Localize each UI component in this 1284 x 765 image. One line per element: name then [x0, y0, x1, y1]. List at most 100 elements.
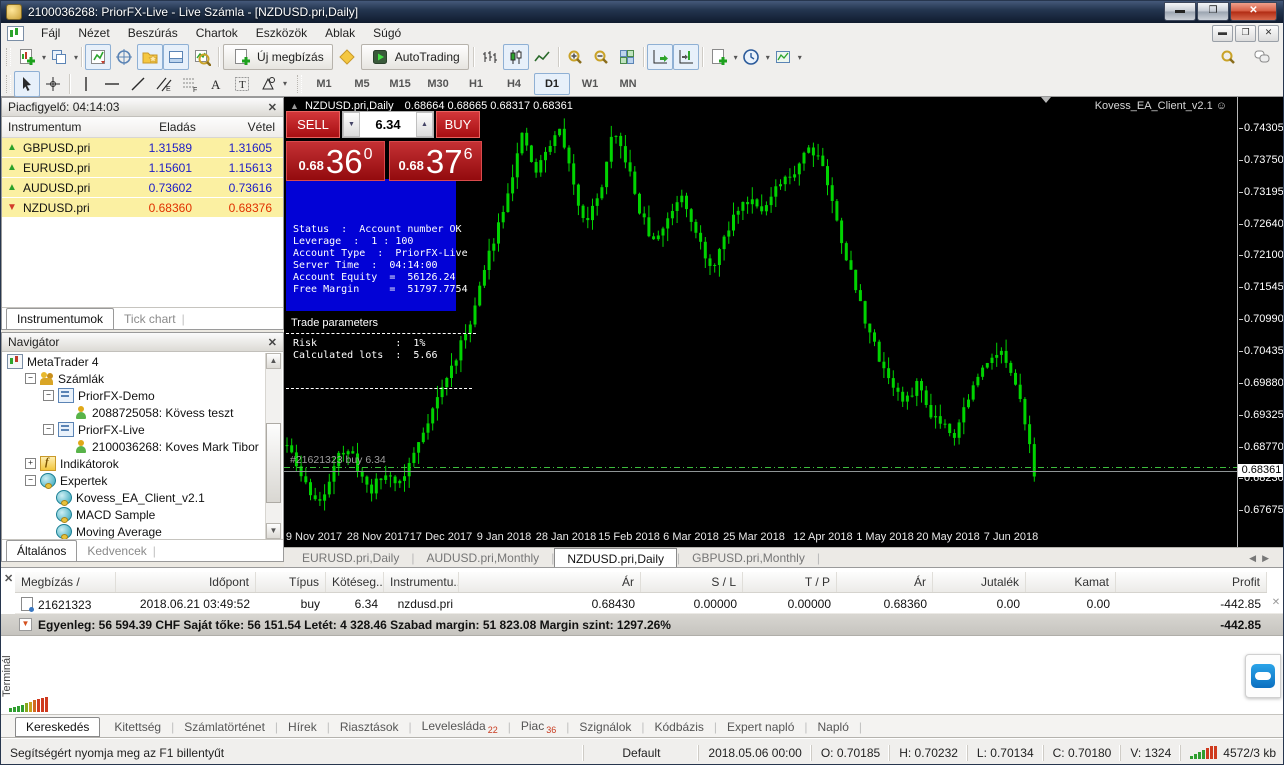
timeframe-m30[interactable]: M30	[420, 73, 456, 95]
mdi-minimize-button[interactable]: ▬	[1212, 25, 1233, 42]
market-watch-row[interactable]: ▼ NZDUSD.pri 0.68360 0.68376	[2, 198, 283, 217]
scroll-up-icon[interactable]: ▲	[266, 353, 281, 369]
buy-button[interactable]: BUY	[436, 111, 480, 138]
tab-kedvencek[interactable]: Kedvencek |	[77, 540, 166, 561]
column-header[interactable]: T / P	[743, 572, 837, 592]
mdi-restore-button[interactable]: ❐	[1235, 25, 1256, 42]
chart-tab-audusd-pri-monthly[interactable]: AUDUSD.pri,Monthly	[414, 550, 551, 566]
column-header[interactable]: Jutalék	[933, 572, 1026, 592]
tree-item[interactable]: 2100036268: Koves Mark Tibor	[2, 438, 266, 455]
menu-item-fájl[interactable]: Fájl	[32, 24, 69, 42]
chart-plot-area[interactable]: ▲ NZDUSD.pri,Daily 0.68664 0.68665 0.683…	[284, 97, 1237, 547]
mdi-close-button[interactable]: ✕	[1258, 25, 1279, 42]
templates-button[interactable]	[770, 44, 796, 70]
terminal-tab-k-db-zis[interactable]: Kódbázis	[645, 718, 714, 736]
bar-chart-button[interactable]	[477, 44, 503, 70]
arrows-tool-button[interactable]	[255, 71, 281, 97]
market-watch-row[interactable]: ▲ EURUSD.pri 1.15601 1.15613	[2, 158, 283, 177]
column-header[interactable]: Kamat	[1026, 572, 1116, 592]
market-watch-row[interactable]: ▲ GBPUSD.pri 1.31589 1.31605	[2, 138, 283, 157]
terminal-tab-levelesl-da[interactable]: Levelesláda 22	[412, 717, 508, 737]
terminal-tab-piac[interactable]: Piac 36	[511, 717, 566, 737]
autotrading-button[interactable]: AutoTrading	[360, 44, 469, 70]
timeframe-m1[interactable]: M1	[306, 73, 342, 95]
column-header[interactable]: S / L	[641, 572, 743, 592]
terminal-tab-sz-mlat-rt-net[interactable]: Számlatörténet	[174, 718, 275, 736]
collapse-icon[interactable]: −	[43, 424, 54, 435]
minimize-button[interactable]: ▬	[1164, 2, 1196, 21]
menu-item-chartok[interactable]: Chartok	[187, 24, 247, 42]
collapse-icon[interactable]: −	[25, 475, 36, 486]
menu-item-beszúrás[interactable]: Beszúrás	[119, 24, 187, 42]
text-tool-button[interactable]: A	[203, 71, 229, 97]
tree-item[interactable]: 2088725058: Kövess teszt	[2, 404, 266, 421]
new-chart-button[interactable]	[14, 44, 40, 70]
search-icon[interactable]	[1215, 44, 1241, 70]
open-position-line[interactable]	[284, 466, 1237, 468]
buy-price-display[interactable]: 0.68 37 6	[389, 141, 482, 181]
column-header[interactable]: Profit	[1116, 572, 1267, 592]
terminal-tab-kitetts-g[interactable]: Kitettség	[104, 718, 171, 736]
order-close-icon[interactable]: ✕	[1267, 597, 1283, 608]
expand-icon[interactable]: +	[25, 458, 36, 469]
timeframe-m5[interactable]: M5	[344, 73, 380, 95]
terminal-tab-szign-lok[interactable]: Szignálok	[569, 718, 641, 736]
scrollbar-thumb[interactable]	[266, 423, 281, 503]
tree-item[interactable]: − PriorFX-Demo	[2, 387, 266, 404]
strategy-tester-toggle[interactable]	[189, 44, 215, 70]
column-header[interactable]: Ár	[459, 572, 641, 592]
column-ask[interactable]: Vétel	[204, 120, 283, 134]
vertical-line-tool-button[interactable]	[73, 71, 99, 97]
terminal-tab-expert-napl-[interactable]: Expert napló	[717, 718, 804, 736]
market-watch-close-icon[interactable]: ✕	[268, 101, 277, 114]
auto-scroll-toggle[interactable]	[646, 44, 673, 70]
market-watch-toggle[interactable]	[85, 44, 112, 70]
data-window-toggle[interactable]	[111, 44, 137, 70]
horizontal-line-tool-button[interactable]	[99, 71, 125, 97]
collapse-icon[interactable]: −	[43, 390, 54, 401]
chart-tab-gbpusd-pri-monthly[interactable]: GBPUSD.pri,Monthly	[680, 550, 817, 566]
cursor-tool-button[interactable]	[14, 70, 40, 97]
tree-item[interactable]: + Indikátorok	[2, 455, 266, 472]
collapse-icon[interactable]: −	[25, 373, 36, 384]
menu-item-súgó[interactable]: Súgó	[364, 24, 410, 42]
chart-shift-marker[interactable]	[1041, 97, 1051, 103]
crosshair-tool-button[interactable]	[40, 71, 66, 97]
chat-icon[interactable]	[1249, 44, 1275, 70]
volume-input[interactable]	[360, 112, 416, 137]
order-row[interactable]: 21621323 2018.06.21 03:49:52 buy 6.34 nzdusd…	[15, 592, 1283, 614]
trendline-tool-button[interactable]	[125, 71, 151, 97]
chart-tab-nzdusd-pri-daily[interactable]: NZDUSD.pri,Daily	[554, 548, 677, 568]
close-button[interactable]: ✕	[1230, 2, 1277, 21]
tree-item[interactable]: − PriorFX-Live	[2, 421, 266, 438]
column-header[interactable]: Instrumentu...	[384, 572, 459, 592]
column-header[interactable]: Ár	[837, 572, 933, 592]
periods-button[interactable]	[738, 44, 764, 70]
column-header[interactable]: Időpont	[116, 572, 256, 592]
terminal-close-icon[interactable]: ✕	[4, 572, 13, 585]
timeframe-mn[interactable]: MN	[610, 73, 646, 95]
timeframe-d1[interactable]: D1	[534, 72, 571, 95]
menu-item-nézet[interactable]: Nézet	[69, 24, 118, 42]
new-order-button[interactable]: Új megbízás	[223, 44, 333, 70]
fibonacci-tool-button[interactable]: F	[177, 71, 203, 97]
price-axis[interactable]: 0.74305 0.73750 0.73195 0.72640 0.72100 0.715…	[1237, 97, 1283, 547]
menu-item-ablak[interactable]: Ablak	[316, 24, 364, 42]
terminal-tab-napl-[interactable]: Napló	[808, 718, 859, 736]
column-instrument[interactable]: Instrumentum	[2, 120, 125, 134]
menu-item-eszközök[interactable]: Eszközök	[247, 24, 316, 42]
timeframe-h4[interactable]: H4	[496, 73, 532, 95]
volume-increase-icon[interactable]: ▲	[416, 112, 433, 137]
profiles-button[interactable]	[46, 44, 72, 70]
tab-altalanos[interactable]: Általános	[6, 540, 78, 561]
teamviewer-badge[interactable]	[1245, 654, 1281, 698]
terminal-tab-keresked-s[interactable]: Kereskedés	[15, 716, 101, 737]
scroll-down-icon[interactable]: ▼	[266, 523, 281, 539]
sell-button[interactable]: SELL	[286, 111, 340, 138]
metaeditor-button[interactable]	[334, 44, 360, 70]
timeframe-h1[interactable]: H1	[458, 73, 494, 95]
equidistant-channel-tool-button[interactable]: E	[151, 71, 177, 97]
zoom-out-button[interactable]	[588, 44, 614, 70]
navigator-scrollbar[interactable]: ▲ ▼	[265, 353, 282, 539]
candlestick-chart-button[interactable]	[502, 44, 529, 70]
